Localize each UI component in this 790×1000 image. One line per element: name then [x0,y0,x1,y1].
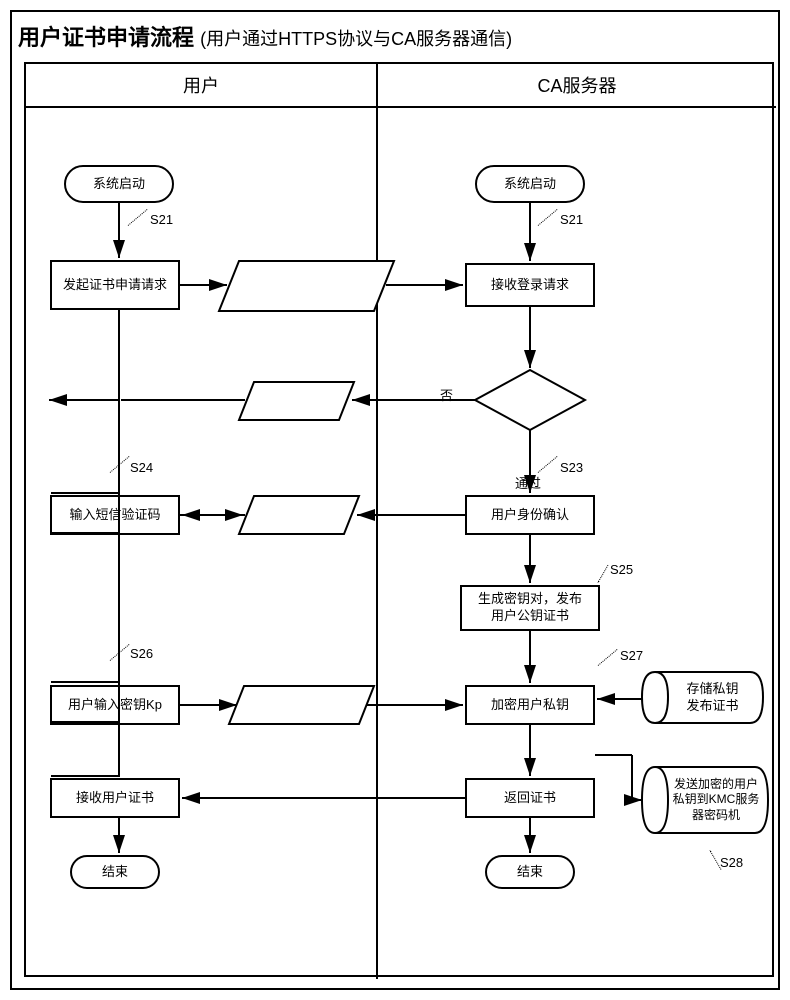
confirm-id-process: 用户身份确认 [465,495,595,535]
initiate-request-process: 发起证书申请请求 [50,260,180,310]
input-kp-process: 用户输入密钥Kp [50,685,180,725]
gen-keypair-process: 生成密钥对，发布用户公钥证书 [460,585,600,631]
step-s26: S26 [130,646,153,661]
diagram-title: 用户证书申请流程 (用户通过HTTPS协议与CA服务器通信) [18,20,512,52]
lane-header-ca: CA服务器 [376,64,776,108]
step-s21-ca: S21 [560,212,583,227]
fail-info-label: 返回失败信息 [249,380,349,420]
title-sub: (用户通过HTTPS协议与CA服务器通信) [200,29,512,49]
step-s24: S24 [130,460,153,475]
step-s23: S23 [560,460,583,475]
step-s25: S25 [610,562,633,577]
lane-divider [376,108,378,979]
audit-label: 审核 [500,388,560,414]
send-kmc-storage: 发送加密的用户私钥到KMC服务器密码机 [640,765,770,835]
title-main: 用户证书申请流程 [18,25,194,50]
ca-end-terminator: 结束 [485,855,575,889]
input-sms-process: 输入短信验证码 [50,495,180,535]
receive-req-process: 接收登录请求 [465,263,595,307]
lane-header-user: 用户 [26,64,376,108]
store-key-storage: 存储私钥发布证书 [640,670,765,725]
sms-code-label: 短信验证码 [252,500,352,530]
send-kmc-label: 发送加密的用户私钥到KMC服务器密码机 [651,777,760,824]
req-data-label: 证书申请请求用户身份信息用户身份证明材料 [225,257,385,313]
user-end-terminator: 结束 [70,855,160,889]
edge-label-no: 否 [440,385,453,404]
step-s27: S27 [620,648,643,663]
user-start-terminator: 系统启动 [64,165,174,203]
step-s28: S28 [720,855,743,870]
step-s21-user: S21 [150,212,173,227]
encrypt-pk-process: 加密用户私钥 [465,685,595,725]
edge-label-pass: 通过 [515,473,541,492]
store-key-label: 存储私钥发布证书 [666,681,738,715]
return-cert-process: 返回证书 [465,778,595,818]
receive-cert-process: 接收用户证书 [50,778,180,818]
kp-data-label: Kp [290,698,306,713]
ca-start-terminator: 系统启动 [475,165,585,203]
